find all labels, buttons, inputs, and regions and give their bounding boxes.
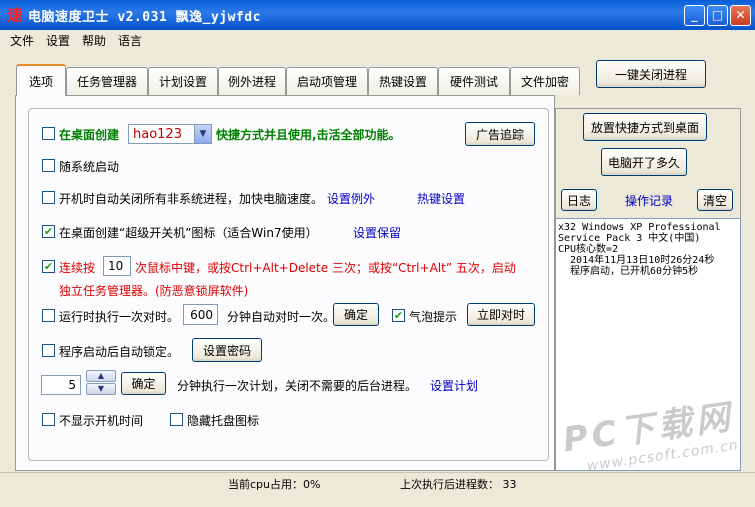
desktop-shortcut-checkbox[interactable]: [42, 127, 55, 140]
log-textarea[interactable]: x32 Windows XP Professional Service Pack…: [555, 218, 741, 471]
menu-settings[interactable]: 设置: [46, 32, 70, 49]
operation-record-label: 操作记录: [625, 194, 674, 208]
chevron-down-icon: ▼: [194, 125, 211, 143]
super-shutdown-label: 在桌面创建“超级开关机”图标（适合Win7使用）: [59, 226, 318, 240]
bubble-tip-checkbox[interactable]: ✔: [392, 309, 405, 322]
cpu-usage-status: 当前cpu占用：0%: [228, 478, 321, 491]
hide-tray-label: 隐藏托盘图标: [187, 414, 260, 428]
sync-confirm-button[interactable]: 确定: [333, 303, 379, 326]
hide-boot-time-label: 不显示开机时间: [59, 414, 144, 428]
ad-tracking-button[interactable]: 广告追踪: [465, 122, 535, 146]
hide-boot-time-checkbox[interactable]: [42, 413, 55, 426]
mouse-count-input[interactable]: 10: [103, 256, 131, 276]
sync-minutes-input[interactable]: 600: [183, 304, 218, 325]
autostart-checkbox[interactable]: [42, 159, 55, 172]
tab-options[interactable]: 选项: [16, 64, 66, 96]
sync-now-button[interactable]: 立即对时: [467, 303, 535, 326]
chevron-down-icon: ▼: [97, 384, 105, 393]
place-shortcut-button[interactable]: 放置快捷方式到桌面: [583, 113, 707, 141]
menu-bar: 文件 设置 帮助 语言: [0, 30, 755, 50]
set-password-button[interactable]: 设置密码: [192, 338, 262, 362]
hotkey-settings-link[interactable]: 热键设置: [417, 190, 465, 207]
menu-file[interactable]: 文件: [10, 32, 34, 49]
maximize-button[interactable]: □: [707, 5, 728, 26]
autolock-label: 程序启动后自动锁定。: [59, 345, 180, 359]
log-line: x32 Windows XP Professional: [558, 222, 721, 233]
plan-label: 分钟执行一次计划，关闭不需要的后台进程。: [177, 379, 418, 393]
desktop-create-suffix: 快捷方式并且使用,击活全部功能。: [216, 128, 401, 142]
log-line: CPU核心数=2: [558, 244, 619, 255]
plan-confirm-button[interactable]: 确定: [121, 372, 166, 395]
tab-startup[interactable]: 启动项管理: [286, 67, 368, 95]
shortcut-site-select[interactable]: hao123 ▼: [128, 124, 212, 144]
plan-minutes-input[interactable]: 5: [41, 375, 81, 395]
log-line: 2014年11月13日10时26分24秒: [558, 255, 715, 266]
tab-schedule[interactable]: 计划设置: [148, 67, 218, 95]
mouse-trigger-checkbox[interactable]: ✔: [42, 260, 55, 273]
tab-exceptions[interactable]: 例外进程: [218, 67, 286, 95]
mouse-trigger-suffix: 次鼠标中键，或按Ctrl+Alt+Delete 三次；或按“Ctrl+Alt” …: [135, 261, 516, 275]
time-sync-label: 运行时执行一次对时。: [59, 310, 180, 324]
kill-nonsys-checkbox[interactable]: [42, 191, 55, 204]
log-line: Service Pack 3 中文(中国): [558, 233, 701, 244]
set-keep-link[interactable]: 设置保留: [353, 224, 401, 241]
app-icon: 速: [7, 6, 23, 24]
close-button[interactable]: ✕: [730, 5, 751, 26]
autolock-checkbox[interactable]: [42, 344, 55, 357]
mouse-trigger-prefix: 连续按: [59, 261, 96, 275]
status-separator: [0, 472, 755, 473]
chevron-up-icon: ▲: [97, 371, 105, 380]
shortcut-site-value: hao123: [133, 126, 182, 142]
set-exceptions-link[interactable]: 设置例外: [327, 190, 375, 207]
minimize-button[interactable]: _: [684, 5, 705, 26]
sync-minutes-label: 分钟自动对时一次。: [227, 310, 336, 324]
set-plan-link[interactable]: 设置计划: [430, 377, 478, 394]
bubble-tip-label: 气泡提示: [409, 310, 458, 324]
tab-hardware[interactable]: 硬件测试: [438, 67, 510, 95]
hide-tray-checkbox[interactable]: [170, 413, 183, 426]
mouse-trigger-line2: 独立任务管理器。(防恶意锁屏软件): [59, 284, 249, 298]
log-line: 程序启动，已开机60分钟5秒: [558, 266, 699, 277]
clear-log-button[interactable]: 清空: [697, 189, 733, 211]
menu-help[interactable]: 帮助: [82, 32, 106, 49]
super-shutdown-checkbox[interactable]: ✔: [42, 225, 55, 238]
title-bar: 速 电脑速度卫士 v2.031 飘逸_yjwfdc _ □ ✕: [0, 0, 755, 30]
process-count-status: 上次执行后进程数： 33: [400, 478, 517, 491]
time-sync-checkbox[interactable]: [42, 309, 55, 322]
plan-down-button[interactable]: ▼: [86, 383, 116, 395]
kill-processes-button[interactable]: 一键关闭进程: [596, 60, 706, 88]
tab-task-manager[interactable]: 任务管理器: [66, 67, 148, 95]
plan-up-button[interactable]: ▲: [86, 370, 116, 382]
menu-language[interactable]: 语言: [118, 32, 142, 49]
window-title: 电脑速度卫士 v2.031 飘逸_yjwfdc: [28, 10, 261, 25]
kill-nonsys-label: 开机时自动关闭所有非系统进程，加快电脑速度。: [59, 192, 324, 206]
tab-encryption[interactable]: 文件加密: [510, 67, 580, 95]
desktop-create-label: 在桌面创建: [59, 128, 120, 142]
log-button[interactable]: 日志: [561, 189, 597, 211]
tab-hotkeys[interactable]: 热键设置: [368, 67, 438, 95]
autostart-label: 随系统启动: [59, 160, 120, 174]
uptime-button[interactable]: 电脑开了多久: [601, 148, 687, 176]
